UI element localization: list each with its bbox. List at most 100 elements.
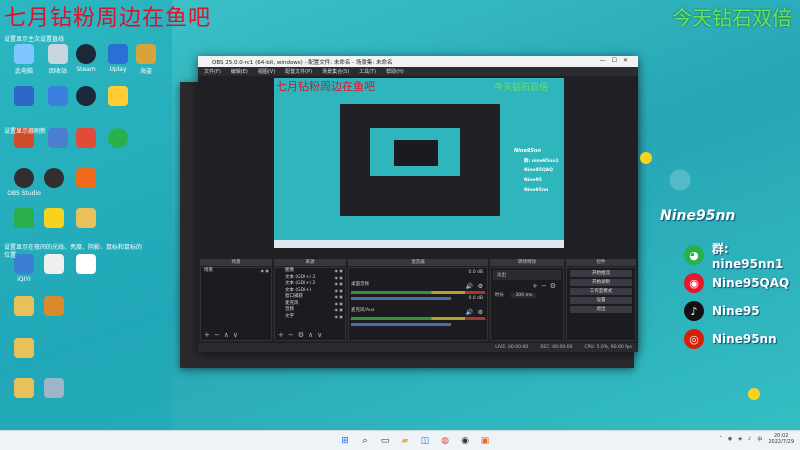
obs-icon	[14, 168, 34, 188]
gear-icon[interactable]: ⚙	[478, 309, 483, 316]
system-tray: ˄ ◉ ◈ ♪ 中 20:02 2022/7/29	[719, 433, 794, 445]
menu-edit[interactable]: 编辑(E)	[231, 68, 248, 75]
preview-nested-window-2	[394, 140, 438, 166]
studio-mode-button[interactable]: 工作室模式	[570, 288, 632, 295]
mixer-header: 混音器	[348, 259, 488, 266]
controls-panel[interactable]: 开始推流 开始录制 工作室模式 设置 退出	[566, 267, 636, 341]
menu-file[interactable]: 文件(F)	[204, 68, 221, 75]
controls-header: 控件	[566, 259, 636, 266]
duck-decoration	[640, 152, 652, 164]
preview-nested-preview	[370, 128, 460, 176]
desktop-icon[interactable]	[36, 208, 72, 230]
transition-type[interactable]: 淡出	[493, 270, 561, 280]
windows-start-icon[interactable]: ⊞	[338, 434, 352, 448]
exit-button[interactable]: 退出	[570, 306, 632, 313]
scene-item[interactable]: 场景	[201, 268, 271, 275]
desktop-icon[interactable]	[36, 296, 72, 318]
duration-label: 时长	[495, 293, 504, 298]
mixer-track[interactable]: 麦克风/Aux 0.0 dB 🔊 ⚙	[349, 294, 487, 326]
obs-titlebar[interactable]: OBS 25.0.0-rc1 (64-bit, windows) - 配置文件:…	[198, 56, 638, 67]
network-icon[interactable]: ◈	[738, 436, 742, 442]
transition-add-remove[interactable]: +−⚙	[491, 282, 563, 290]
desktop-icon[interactable]	[68, 208, 104, 230]
sources-header: 来源	[274, 259, 346, 266]
this-pc-icon	[44, 378, 64, 398]
mixer-track-db: 0.0 dB	[468, 270, 483, 275]
mixer-track[interactable]: 桌面音频 0.0 dB 🔊 ⚙	[349, 268, 487, 300]
desktop-icon[interactable]	[68, 86, 104, 108]
recycle-bin-icon	[48, 44, 68, 64]
desktop-icon[interactable]: Steam	[68, 44, 104, 73]
this-pc-icon	[14, 44, 34, 64]
desktop-note: 设置显示在夜间的光线、亮度、阴影、鼠标和鼠标的位置	[4, 244, 143, 259]
netease-icon: ◎	[684, 329, 704, 349]
desktop-icon[interactable]	[68, 168, 104, 190]
settings-button[interactable]: 设置	[570, 297, 632, 304]
store-icon[interactable]: ◫	[418, 434, 432, 448]
chevron-up-icon[interactable]: ˄	[719, 436, 722, 442]
desktop-icon[interactable]	[36, 168, 72, 190]
sources-panel[interactable]: 图像 文本 (GDI+) 3 文本 (GDI+) 2 文本 (GDI+) 窗口捕…	[274, 267, 346, 341]
social-text: Nine95	[712, 304, 760, 318]
social-row: ◕ 群: nine95nn1	[684, 242, 800, 271]
transitions-panel[interactable]: 淡出 +−⚙ 时长 300 ms	[490, 267, 564, 341]
source-item[interactable]: 文字	[275, 314, 345, 321]
preview-overlay-right: 今天钻石双倍	[493, 83, 548, 93]
desktop-icon[interactable]	[100, 86, 136, 108]
desktop-icon[interactable]	[36, 378, 72, 400]
source-controls[interactable]: +−⚙∧∨	[278, 331, 326, 339]
mixer-track-db: 0.0 dB	[468, 296, 483, 301]
live-timer: LIVE: 00:00:00	[495, 345, 529, 350]
steam-icon	[76, 44, 96, 64]
obs-preview[interactable]: 七月钻粉周边在鱼吧 今天钻石双倍 Nine95nn 群: nine95nn1 N…	[274, 78, 564, 248]
app-icon	[48, 86, 68, 106]
volume-meter	[351, 317, 485, 320]
volume-slider[interactable]	[351, 323, 451, 326]
start-streaming-button[interactable]: 开始推流	[570, 270, 632, 277]
desktop-note: 设置显示器刷新	[4, 128, 47, 135]
start-recording-button[interactable]: 开始录制	[570, 279, 632, 286]
clock[interactable]: 20:02 2022/7/29	[768, 433, 794, 445]
tray-app-icon[interactable]: ◉	[728, 436, 732, 442]
preview-social: Nine95QAQ	[524, 168, 553, 173]
search-icon[interactable]: ⌕	[358, 434, 372, 448]
desktop-icon[interactable]	[6, 338, 42, 360]
desktop-icon[interactable]	[6, 86, 42, 108]
social-text: 群: nine95nn1	[711, 241, 784, 271]
obs-menubar: 文件(F) 编辑(E) 视图(V) 配置文件(P) 场景集合(S) 工具(T) …	[198, 67, 638, 76]
speaker-icon[interactable]: 🔊	[466, 309, 473, 316]
social-text: Nine95QAQ	[712, 276, 790, 290]
speaker-icon[interactable]: 🔊	[466, 283, 473, 290]
mixer-panel[interactable]: 桌面音频 0.0 dB 🔊 ⚙ 麦克风/Aux 0.0 dB 🔊 ⚙	[348, 267, 488, 341]
desktop-icon[interactable]: 海盗	[128, 44, 164, 75]
obs-taskbar-icon[interactable]: ◉	[458, 434, 472, 448]
app-icon	[108, 86, 128, 106]
chrome-icon[interactable]: ◍	[438, 434, 452, 448]
speaker-icon[interactable]: ♪	[748, 436, 751, 442]
pirate-icon	[136, 44, 156, 64]
transition-duration[interactable]: 时长 300 ms	[491, 290, 563, 300]
menu-tools[interactable]: 工具(T)	[359, 68, 376, 75]
overlay-banner-right: 今天钻石双倍	[672, 6, 792, 30]
input-method-icon[interactable]: 中	[757, 436, 762, 443]
task-view-icon[interactable]: ▭	[378, 434, 392, 448]
gear-icon[interactable]: ⚙	[478, 283, 483, 290]
duration-value[interactable]: 300 ms	[511, 293, 537, 298]
file-explorer-icon[interactable]: ▰	[398, 434, 412, 448]
social-row: ◉ Nine95QAQ	[684, 272, 800, 294]
scene-controls[interactable]: +−∧∨	[204, 331, 242, 339]
tiktok-icon: ♪	[684, 301, 704, 321]
menu-profile[interactable]: 配置文件(P)	[285, 68, 312, 75]
obs-icon	[44, 168, 64, 188]
scenes-header: 场景	[200, 259, 272, 266]
overlay-banner-left: 七月钻粉周边在鱼吧	[4, 6, 212, 31]
window-controls[interactable]: —☐✕	[600, 57, 634, 64]
menu-help[interactable]: 帮助(H)	[386, 68, 404, 75]
menu-view[interactable]: 视图(V)	[258, 68, 275, 75]
app-taskbar-icon[interactable]: ▣	[478, 434, 492, 448]
scenes-panel[interactable]: 场景 +−∧∨	[200, 267, 272, 341]
menu-scene-collection[interactable]: 场景集合(S)	[322, 68, 349, 75]
transitions-header: 转场特效	[490, 259, 564, 266]
obs-window[interactable]: OBS 25.0.0-rc1 (64-bit, windows) - 配置文件:…	[198, 56, 638, 352]
desktop-icon[interactable]: 此电脑	[6, 44, 42, 75]
